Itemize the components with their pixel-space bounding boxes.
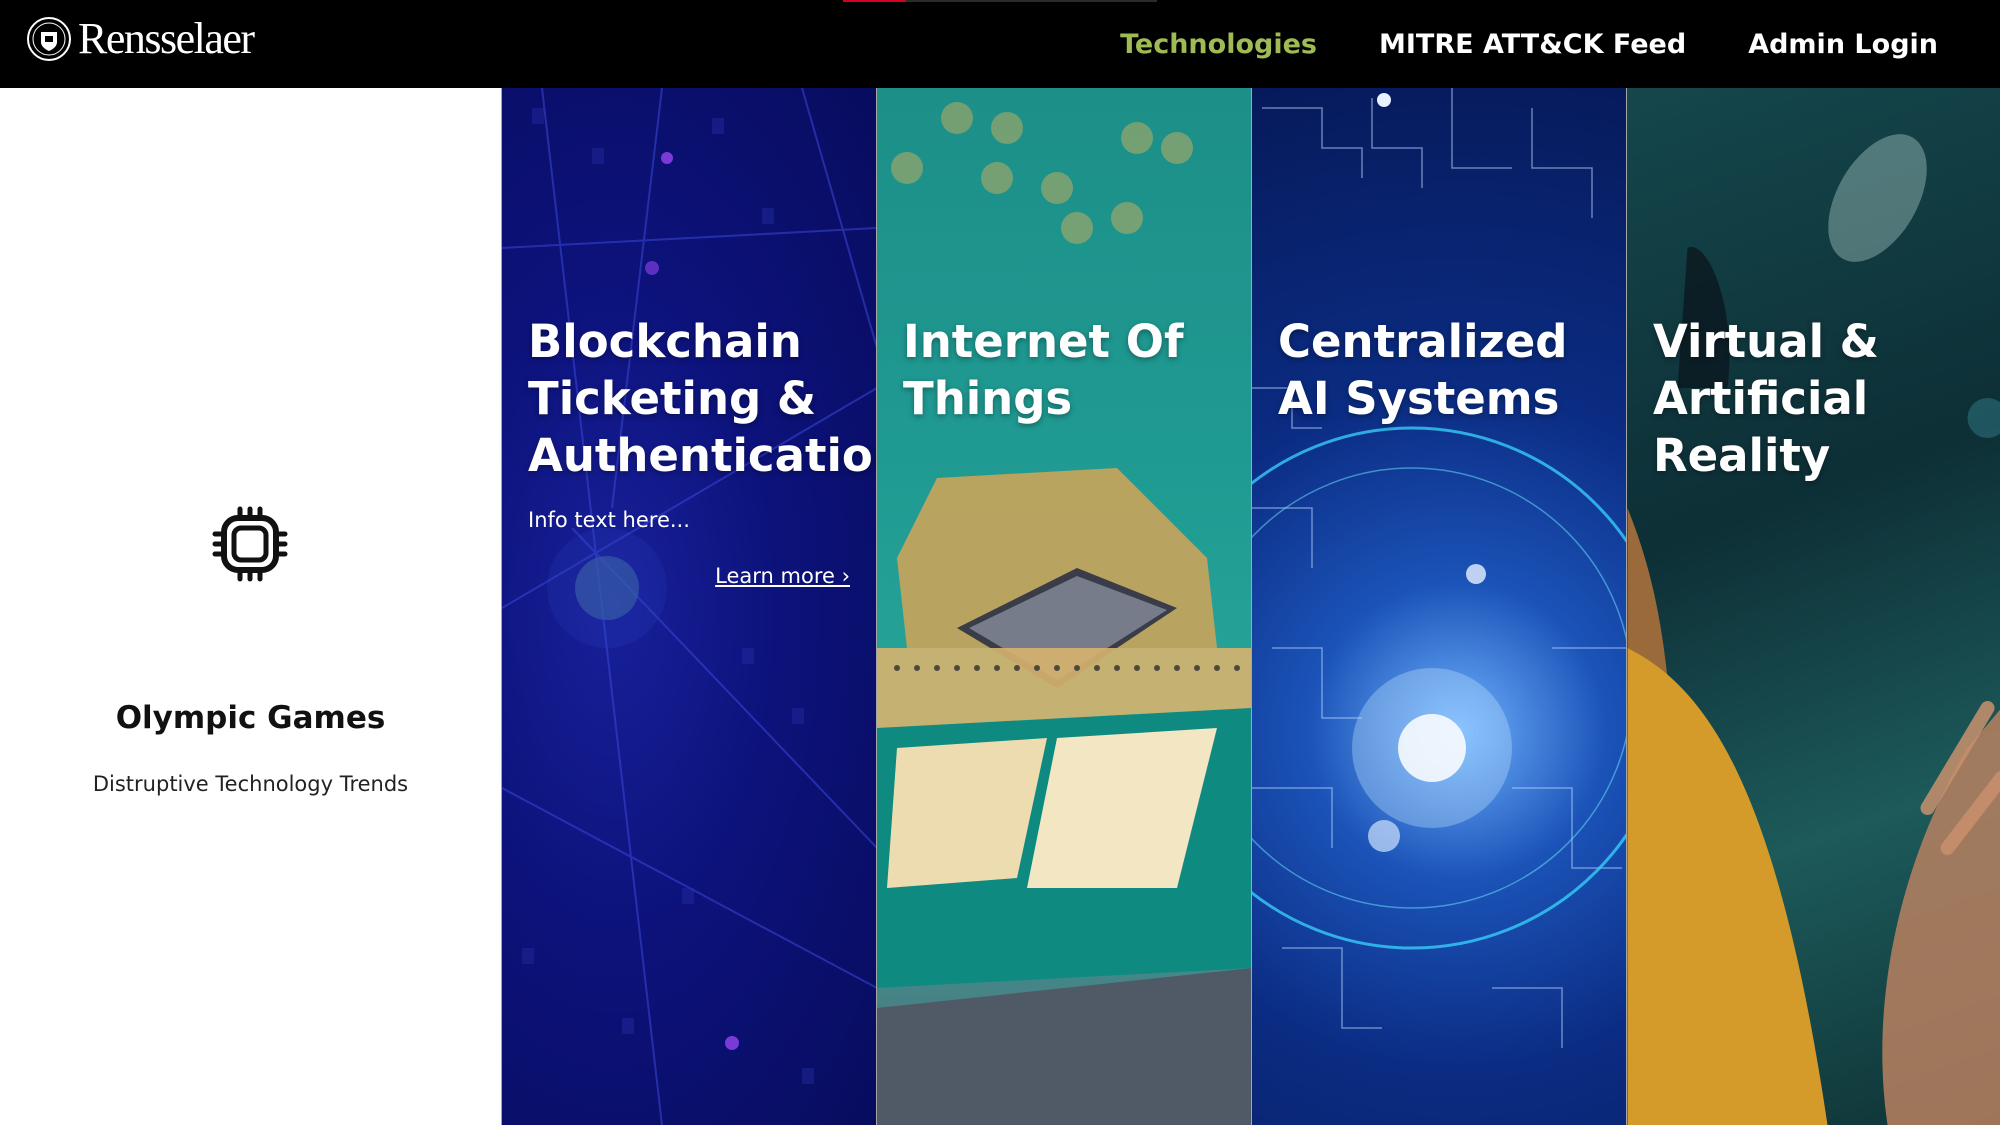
nav-admin-login[interactable]: Admin Login <box>1748 29 1938 60</box>
tech-card-virtual-artificial-reality[interactable]: Virtual & Artificial Reality <box>1626 88 2000 1125</box>
seal-icon <box>27 17 71 61</box>
tech-card-internet-of-things[interactable]: Internet Of Things <box>876 88 1251 1125</box>
page-progress-bar <box>843 0 1157 2</box>
nav-mitre-attack-feed[interactable]: MITRE ATT&CK Feed <box>1379 29 1686 60</box>
tech-card-title: Blockchain Ticketing & Authentication <box>528 315 876 482</box>
tech-card-title: Virtual & Artificial Reality <box>1653 315 1879 482</box>
top-navigation-bar: Rensselaer Technologies MITRE ATT&CK Fee… <box>0 0 2000 88</box>
network-graph-image <box>502 88 876 1125</box>
tech-card-title: Centralized AI Systems <box>1278 315 1568 425</box>
page-progress-fill <box>843 0 906 2</box>
intro-title: Olympic Games <box>115 700 386 736</box>
tech-card-info: Info text here... <box>528 508 690 532</box>
logo-text: Rensselaer <box>78 14 255 63</box>
vr-headset-person-image <box>1627 134 2000 1125</box>
rensselaer-logo-link[interactable]: Rensselaer <box>26 14 255 63</box>
chip-icon <box>212 506 288 582</box>
intro-subtitle: Distruptive Technology Trends <box>92 772 409 796</box>
tech-card-blockchain[interactable]: Blockchain Ticketing & Authentication In… <box>501 88 876 1125</box>
nav-technologies[interactable]: Technologies <box>1120 29 1317 60</box>
main-nav: Technologies MITRE ATT&CK Feed Admin Log… <box>1120 0 1938 88</box>
microchip-image <box>877 102 1251 1125</box>
learn-more-link[interactable]: Learn more › <box>715 564 850 588</box>
tech-card-centralized-ai[interactable]: Centralized AI Systems <box>1251 88 1626 1125</box>
intro-panel: Olympic Games Distruptive Technology Tre… <box>0 88 501 1125</box>
tech-card-title: Internet Of Things <box>903 315 1184 425</box>
circuit-brain-image <box>1252 88 1626 1048</box>
